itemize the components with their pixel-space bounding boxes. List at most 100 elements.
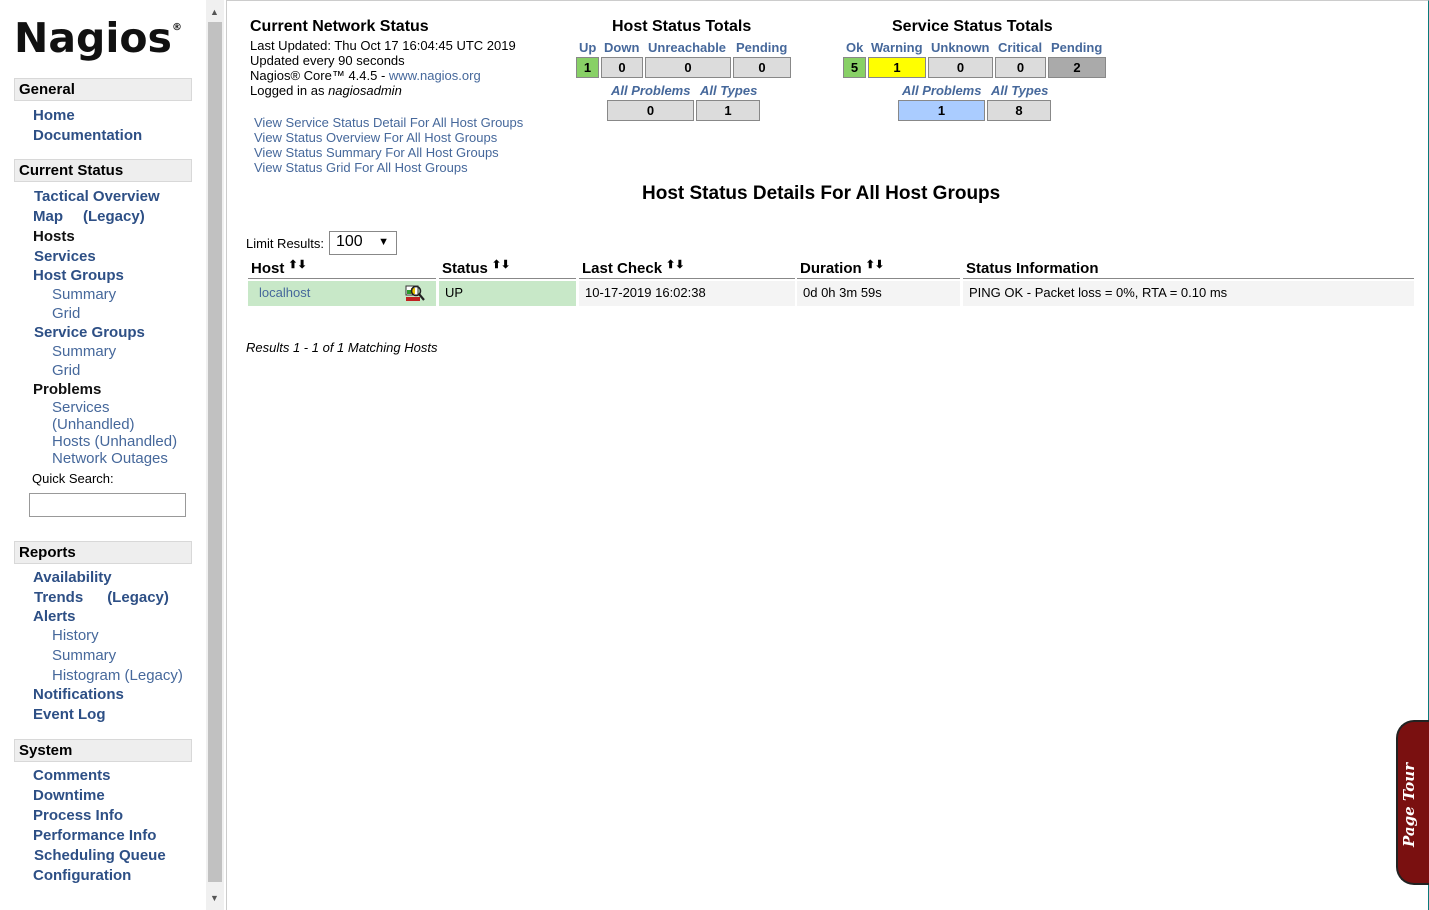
nav-map-legacy[interactable]: (Legacy) [83, 208, 145, 225]
link-service-status-detail[interactable]: View Service Status Detail For All Host … [254, 115, 523, 130]
service-warning-label[interactable]: Warning [871, 40, 923, 55]
nav-alerts[interactable]: Alerts [33, 608, 76, 625]
version-line: Nagios® Core™ 4.4.5 - www.nagios.org [250, 68, 481, 83]
nav-alerts-summary[interactable]: Summary [52, 647, 116, 664]
service-warning-count[interactable]: 1 [868, 57, 926, 78]
section-general: General [14, 78, 192, 101]
nav-servicegroups-grid[interactable]: Grid [52, 362, 80, 379]
service-all-problems-label[interactable]: All Problems [902, 83, 981, 98]
nav-hostgroups-grid[interactable]: Grid [52, 305, 80, 322]
nav-documentation[interactable]: Documentation [33, 127, 142, 144]
nav-notifications[interactable]: Notifications [33, 686, 124, 703]
host-down-count[interactable]: 0 [601, 57, 643, 78]
host-all-problems-count[interactable]: 0 [607, 100, 694, 121]
service-totals-title: Service Status Totals [892, 18, 1053, 35]
host-up-count[interactable]: 1 [576, 57, 599, 78]
nav-performance-info[interactable]: Performance Info [33, 827, 156, 844]
quick-search-label: Quick Search: [32, 471, 114, 486]
nav-host-groups[interactable]: Host Groups [33, 267, 124, 284]
host-unreachable-count[interactable]: 0 [645, 57, 731, 78]
scroll-up-icon[interactable]: ▲ [210, 7, 219, 17]
host-all-types-label[interactable]: All Types [700, 83, 757, 98]
link-status-summary[interactable]: View Status Summary For All Host Groups [254, 145, 499, 160]
table-row-status-info-cell: PING OK - Packet loss = 0%, RTA = 0.10 m… [963, 281, 1414, 306]
nav-event-log[interactable]: Event Log [33, 706, 106, 723]
nav-tactical-overview[interactable]: Tactical Overview [34, 188, 160, 205]
sort-arrows-icon[interactable]: ⬆⬇ [666, 259, 684, 271]
table-row-duration-cell: 0d 0h 3m 59s [797, 281, 960, 306]
service-ok-count[interactable]: 5 [843, 57, 866, 78]
nav-problems-hosts-unhandled[interactable]: Hosts (Unhandled) [52, 433, 177, 450]
nav-problems-services[interactable]: Services [52, 399, 110, 416]
host-up-label[interactable]: Up [579, 40, 596, 55]
nagios-logo[interactable]: Nagios® [14, 14, 182, 62]
scroll-down-icon[interactable]: ▼ [210, 893, 219, 903]
nav-problems-services-unhandled[interactable]: (Unhandled) [52, 416, 135, 433]
service-all-problems-count[interactable]: 1 [898, 100, 985, 121]
section-current-status: Current Status [14, 159, 192, 182]
limit-results-label: Limit Results: [246, 236, 325, 251]
nav-map-link[interactable]: Map [33, 208, 63, 225]
link-status-overview[interactable]: View Status Overview For All Host Groups [254, 130, 497, 145]
nav-home[interactable]: Home [33, 107, 75, 124]
nav-configuration[interactable]: Configuration [33, 867, 131, 884]
sort-arrows-icon[interactable]: ⬆⬇ [492, 259, 510, 271]
section-reports: Reports [14, 541, 192, 564]
host-all-types-count[interactable]: 1 [696, 100, 760, 121]
chevron-down-icon: ▼ [378, 236, 389, 248]
host-down-label[interactable]: Down [604, 40, 639, 55]
service-all-types-label[interactable]: All Types [991, 83, 1048, 98]
nav-alerts-history[interactable]: History [52, 627, 99, 644]
nagios-org-link[interactable]: www.nagios.org [389, 68, 481, 83]
nav-hostgroups-summary[interactable]: Summary [52, 286, 116, 303]
sort-arrows-icon[interactable]: ⬆⬇ [288, 259, 306, 271]
nav-alerts-histogram[interactable]: Histogram (Legacy) [52, 667, 183, 684]
nav-services[interactable]: Services [34, 248, 96, 265]
column-status-label: Status [442, 260, 488, 277]
quick-search-input[interactable] [29, 493, 186, 517]
service-unknown-label[interactable]: Unknown [931, 40, 990, 55]
nav-comments[interactable]: Comments [33, 767, 111, 784]
nav-downtime[interactable]: Downtime [33, 787, 105, 804]
service-critical-count[interactable]: 0 [995, 57, 1046, 78]
page-tour-label: Page Tour [1400, 762, 1418, 847]
column-header-last-check: Last Check ⬆⬇ [579, 258, 795, 279]
limit-results-value: 100 [336, 233, 363, 250]
nav-servicegroups-summary[interactable]: Summary [52, 343, 116, 360]
nav-scheduling-queue[interactable]: Scheduling Queue [34, 847, 166, 864]
service-all-types-count[interactable]: 8 [987, 100, 1051, 121]
nav-problems[interactable]: Problems [33, 381, 101, 398]
sidebar: Nagios® General Home Documentation Curre… [0, 0, 206, 910]
host-unreachable-label[interactable]: Unreachable [648, 40, 726, 55]
sidebar-scrollbar[interactable]: ▲ ▼ [206, 0, 224, 910]
service-pending-count[interactable]: 2 [1048, 57, 1106, 78]
nav-service-groups[interactable]: Service Groups [34, 324, 145, 341]
column-header-status: Status ⬆⬇ [439, 258, 576, 279]
table-row-last-check-cell: 10-17-2019 16:02:38 [579, 281, 795, 306]
scrollbar-thumb[interactable] [208, 22, 222, 882]
host-totals-title: Host Status Totals [612, 18, 752, 35]
nav-map: Map (Legacy) [33, 208, 145, 225]
nav-trends-link[interactable]: Trends [34, 589, 83, 606]
service-critical-label[interactable]: Critical [998, 40, 1042, 55]
limit-results-select[interactable]: 100 ▼ [329, 231, 397, 255]
nav-process-info[interactable]: Process Info [33, 807, 123, 824]
host-all-problems-label[interactable]: All Problems [611, 83, 690, 98]
page-tour-tab[interactable]: Page Tour [1396, 720, 1429, 885]
service-ok-label[interactable]: Ok [846, 40, 863, 55]
link-status-grid[interactable]: View Status Grid For All Host Groups [254, 160, 468, 175]
nav-trends-legacy[interactable]: (Legacy) [107, 589, 169, 606]
service-pending-label[interactable]: Pending [1051, 40, 1102, 55]
host-pending-label[interactable]: Pending [736, 40, 787, 55]
host-link-localhost[interactable]: localhost [259, 285, 310, 300]
host-details-magnifier-icon[interactable] [405, 283, 425, 303]
column-host-label: Host [251, 260, 285, 277]
nav-hosts[interactable]: Hosts [33, 228, 75, 245]
sort-arrows-icon[interactable]: ⬆⬇ [866, 259, 884, 271]
column-duration-label: Duration [800, 260, 862, 277]
service-unknown-count[interactable]: 0 [928, 57, 993, 78]
nav-availability[interactable]: Availability [33, 569, 112, 586]
nav-network-outages[interactable]: Network Outages [52, 450, 168, 467]
column-last-check-label: Last Check [582, 260, 663, 277]
host-pending-count[interactable]: 0 [733, 57, 791, 78]
